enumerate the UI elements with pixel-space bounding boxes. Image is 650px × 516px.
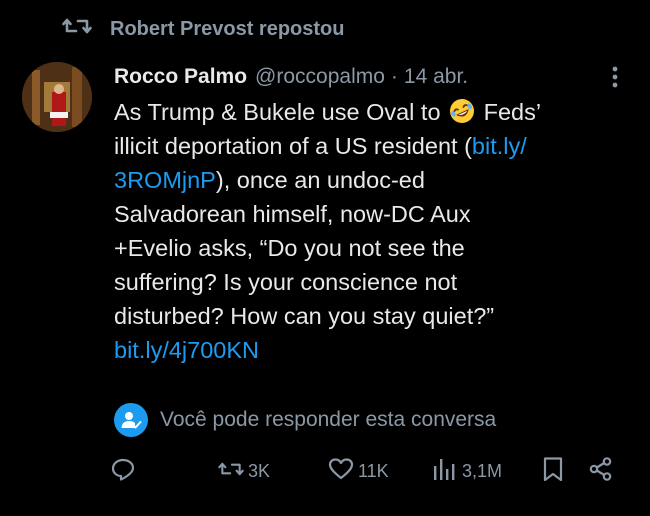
tweet-text-segment: ), once an undoc-ed: [215, 167, 425, 193]
heart-icon: [328, 456, 354, 487]
tweet-line: illicit deportation of a US resident (bi…: [114, 129, 624, 163]
link-bitly-3ROMjnP[interactable]: bit.ly/: [472, 133, 527, 159]
user-check-icon: [114, 403, 148, 437]
tweet-line: suffering? Is your conscience not: [114, 269, 458, 295]
tweet-line: 3ROMjnP), once an undoc-ed: [114, 163, 624, 197]
repost-count: 3K: [248, 460, 271, 481]
views-count: 3,1M: [462, 460, 503, 481]
tweet-header: Rocco Palmo @roccopalmo · 14 abr.: [114, 60, 584, 94]
share-icon: [588, 456, 614, 487]
tweet-line: disturbed? How can you stay quiet?”: [114, 303, 495, 329]
rolling-on-floor-laughing-emoji: [449, 98, 475, 124]
repost-button[interactable]: 3K: [218, 454, 270, 488]
repost-indicator: Robert Prevost repostou: [62, 14, 344, 44]
bar-chart-icon: [432, 456, 458, 487]
reply-restriction-notice: Você pode responder esta conversa: [114, 403, 496, 437]
timestamp[interactable]: 14 abr.: [404, 65, 468, 89]
tweet-text-segment: illicit deportation of a US resident (: [114, 133, 472, 159]
link-bitly-4j700KN[interactable]: bit.ly/4j700KN: [114, 337, 259, 363]
separator-dot: ·: [390, 65, 398, 88]
tweet-line: +Evelio asks, “Do you not see the: [114, 235, 465, 261]
tweet-text-segment: As Trump & Bukele use Oval to: [114, 99, 441, 125]
tweet-line: As Trump & Bukele use Oval to Feds’: [114, 95, 624, 129]
action-bar: 3K 11K 3,1M: [0, 454, 650, 488]
bookmark-button[interactable]: [540, 454, 566, 488]
avatar[interactable]: [22, 62, 92, 132]
like-button[interactable]: 11K: [328, 454, 389, 488]
repost-icon: [62, 14, 92, 44]
views-button[interactable]: 3,1M: [432, 454, 502, 488]
repost-action-icon: [218, 456, 244, 487]
tweet-line: Salvadorean himself, now-DC Aux: [114, 201, 471, 227]
reply-notice-label: Você pode responder esta conversa: [160, 408, 497, 431]
like-count: 11K: [358, 460, 389, 481]
repost-label[interactable]: Robert Prevost repostou: [110, 18, 344, 41]
tweet-text-segment: Feds’: [483, 99, 542, 125]
reply-icon: [110, 456, 136, 487]
share-button[interactable]: [588, 454, 614, 488]
reply-button[interactable]: [110, 454, 140, 488]
author-handle[interactable]: @roccopalmo: [255, 65, 385, 89]
more-options-icon[interactable]: [600, 62, 630, 92]
tweet-text: As Trump & Bukele use Oval to Feds’ illi…: [114, 95, 624, 367]
author-name[interactable]: Rocco Palmo: [114, 65, 247, 89]
bookmark-icon: [540, 456, 566, 487]
tweet-line: bit.ly/4j700KN: [114, 333, 624, 367]
link-bitly-3ROMjnP-cont[interactable]: 3ROMjnP: [114, 167, 216, 193]
